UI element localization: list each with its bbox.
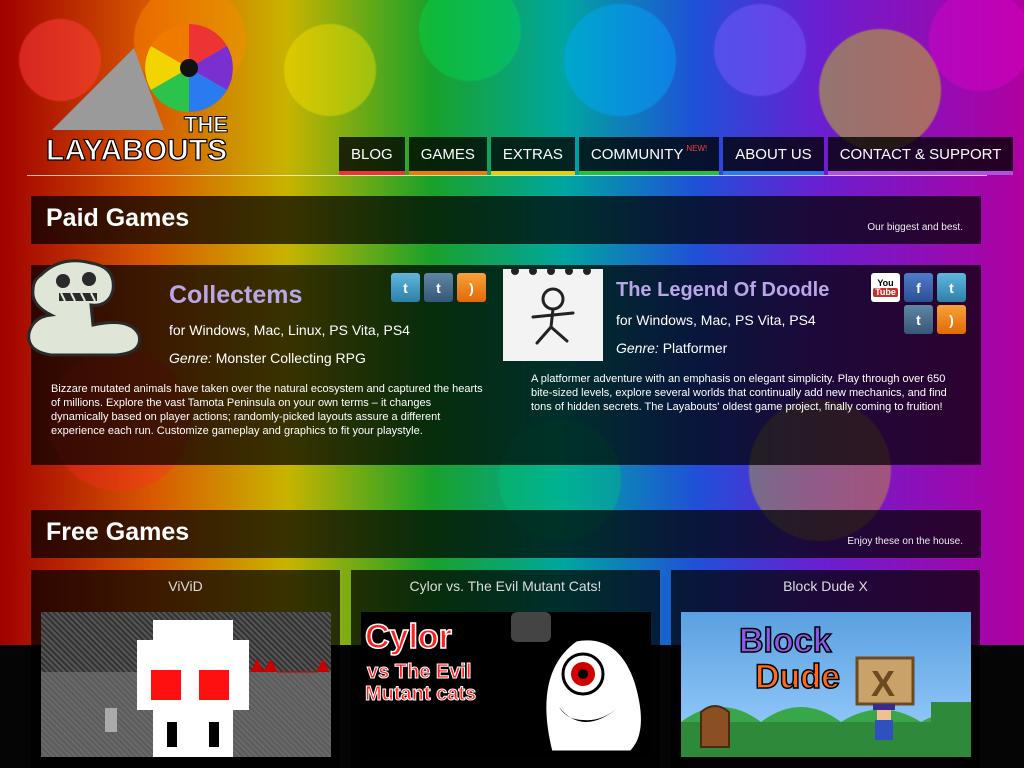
new-badge: NEW! [686, 143, 708, 153]
vivid-skull-art [41, 620, 331, 757]
cylor-logo-line-3: Mutant cats [365, 683, 476, 705]
free-game-card-vivid: ViViD [31, 570, 340, 768]
nav-games-label: GAMES [420, 145, 475, 163]
nav-extras-label: EXTRAS [502, 145, 563, 163]
collectems-platforms: for Windows, Mac, Linux, PS Vita, PS4 [169, 322, 410, 338]
cylor-screenshot[interactable]: Cylor vs The Evil Mutant cats [361, 612, 651, 757]
tumblr-icon[interactable]: t [904, 305, 933, 334]
collectems-description: Bizzare mutated animals have taken over … [51, 383, 483, 437]
logo-color-wheel [145, 24, 233, 112]
free-games-heading: Free Games [46, 518, 190, 546]
twitter-icon[interactable]: t [937, 273, 966, 302]
logo-text-2: LAYABOUTS [46, 134, 227, 167]
paid-games-heading: Paid Games [46, 204, 190, 232]
twitter-icon[interactable]: t [391, 273, 420, 302]
nav-contact-label: CONTACT & SUPPORT [839, 145, 1002, 163]
doodle-genre-value: Platformer [658, 340, 728, 356]
block-dude-x-title-link[interactable]: Block Dude X [671, 578, 980, 594]
cylor-logo-line-1: Cylor [365, 618, 452, 656]
game-card-collectems: Collectems for Windows, Mac, Linux, PS V… [27, 259, 500, 465]
legend-of-doodle-platforms: for Windows, Mac, PS Vita, PS4 [616, 312, 816, 328]
paid-games-header: Paid Games Our biggest and best. [31, 196, 981, 244]
nav-about-us[interactable]: ABOUT US [723, 137, 824, 175]
block-dude-logo-line-2: Dude [755, 658, 840, 696]
tumblr-icon[interactable]: t [424, 273, 453, 302]
legend-of-doodle-genre: Genre: Platformer [616, 340, 727, 356]
site-logo[interactable]: THE LAYABOUTS [44, 18, 244, 168]
free-game-card-block-dude-x: Block Dude X Block Dude X [671, 570, 980, 768]
free-games-header: Free Games Enjoy these on the house. [31, 510, 981, 558]
block-dude-logo-line-1: Block [739, 622, 832, 660]
vivid-title-link[interactable]: ViViD [31, 578, 340, 594]
block-dude-x-cover-art: Block Dude X [681, 621, 971, 757]
collectems-monster-art[interactable] [21, 255, 151, 365]
block-dude-x-screenshot[interactable]: Block Dude X [681, 612, 971, 757]
nav-games[interactable]: GAMES [408, 137, 487, 175]
nav-community[interactable]: COMMUNITY NEW! [578, 137, 720, 175]
cylor-title-link[interactable]: Cylor vs. The Evil Mutant Cats! [351, 578, 660, 594]
paid-games-tagline: Our biggest and best. [867, 222, 963, 233]
vivid-screenshot[interactable] [41, 612, 331, 757]
nav-blog-label: BLOG [351, 145, 393, 163]
block-dude-crate-x: X [871, 663, 895, 704]
cylor-cover-art: Cylor vs The Evil Mutant cats [364, 612, 644, 754]
nav-blog[interactable]: BLOG [339, 137, 405, 175]
nav-contact-support[interactable]: CONTACT & SUPPORT [827, 137, 1014, 175]
facebook-icon[interactable]: f [904, 273, 933, 302]
legend-of-doodle-title-link[interactable]: The Legend Of Doodle [616, 279, 829, 302]
header-divider [27, 175, 987, 176]
doodle-notepad-art[interactable] [503, 265, 603, 361]
game-card-legend-of-doodle: The Legend Of Doodle for Windows, Mac, P… [500, 265, 981, 465]
nav-about-label: ABOUT US [735, 145, 812, 163]
youtube-icon[interactable]: You Tube [871, 273, 900, 302]
nav-community-label: COMMUNITY [590, 145, 684, 163]
free-game-card-cylor: Cylor vs. The Evil Mutant Cats! Cylor vs… [351, 570, 660, 768]
cylor-logo-line-2: vs The Evil [367, 661, 472, 683]
collectems-genre-label: Genre: [169, 350, 212, 366]
collectems-title-link[interactable]: Collectems [169, 281, 302, 310]
nav-extras[interactable]: EXTRAS [490, 137, 575, 175]
rss-icon[interactable]: ) [457, 273, 486, 302]
free-games-tagline: Enjoy these on the house. [847, 536, 963, 547]
rss-icon[interactable]: ) [937, 305, 966, 334]
legend-of-doodle-description: A platformer adventure with an emphasis … [531, 373, 947, 413]
collectems-genre-value: Monster Collecting RPG [211, 350, 366, 366]
collectems-genre: Genre: Monster Collecting RPG [169, 350, 366, 366]
doodle-genre-label: Genre: [616, 340, 659, 356]
main-nav: BLOG GAMES EXTRAS COMMUNITY NEW! ABOUT US… [339, 137, 1017, 175]
